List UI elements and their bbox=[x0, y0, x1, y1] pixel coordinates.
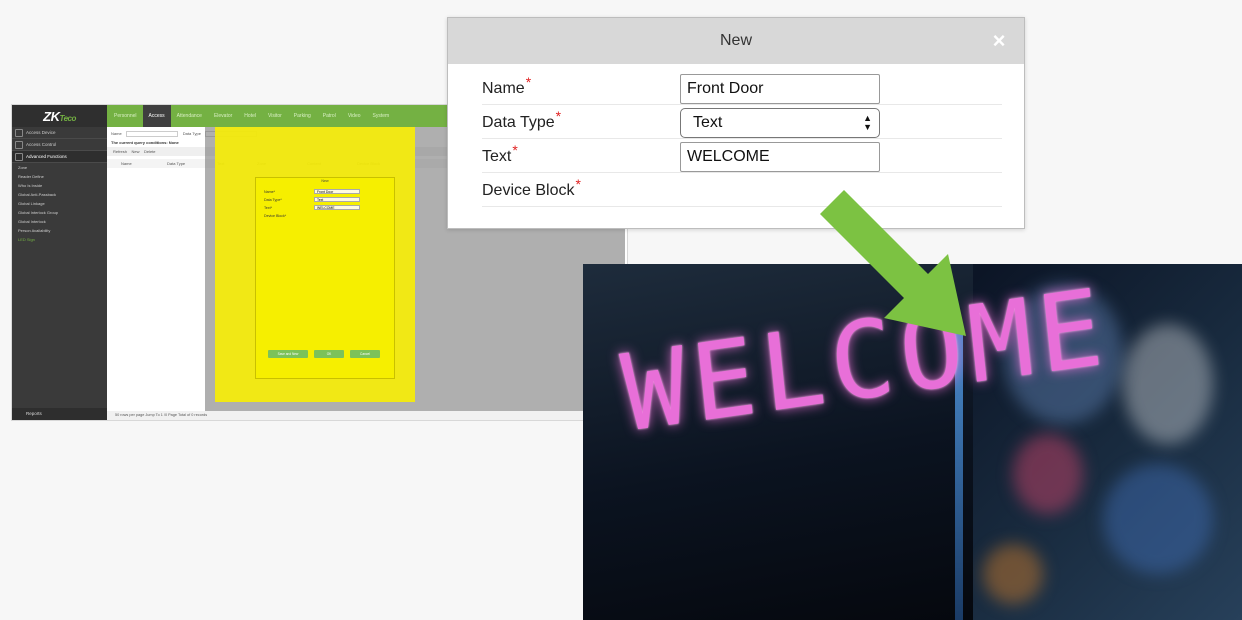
bokeh-light bbox=[1103, 464, 1213, 574]
required-marker: * bbox=[512, 141, 518, 158]
sidebar-item[interactable]: Who Is Inside bbox=[12, 181, 107, 190]
sidebar-item[interactable]: Global Linkage bbox=[12, 199, 107, 208]
required-marker: * bbox=[525, 73, 532, 90]
mini-label: Text* bbox=[264, 206, 272, 210]
module-tab[interactable]: System bbox=[367, 105, 396, 127]
save-and-new-button[interactable]: Save and New bbox=[268, 350, 308, 358]
sidebar-item[interactable]: Global Anti-Passback bbox=[12, 190, 107, 199]
sidebar: Access Device Access Control Advanced Fu… bbox=[12, 127, 107, 420]
sidebar-item[interactable]: Reader Define bbox=[12, 172, 107, 181]
form-row-data-type: Data Type* Text ▲ ▼ bbox=[482, 108, 1002, 139]
bokeh-light bbox=[1013, 434, 1083, 514]
module-tab[interactable]: Hotel bbox=[238, 105, 262, 127]
data-type-select[interactable]: Text ▲ ▼ bbox=[680, 108, 880, 138]
module-tab[interactable]: Attendance bbox=[171, 105, 208, 127]
module-tab[interactable]: Elevator bbox=[208, 105, 238, 127]
name-search-input[interactable] bbox=[125, 131, 178, 137]
sidebar-item[interactable]: Person Availability bbox=[12, 226, 107, 235]
sidebar-item[interactable]: Global Interlock Group bbox=[12, 208, 107, 217]
sidebar-section-active[interactable]: Advanced Functions bbox=[12, 151, 107, 163]
select-arrows-icon: ▲ ▼ bbox=[863, 113, 872, 132]
green-arrow-icon bbox=[820, 190, 966, 336]
column-header: Data Type bbox=[167, 161, 186, 166]
name-label: Name* bbox=[482, 73, 532, 97]
text-input[interactable]: WELCOME bbox=[680, 142, 880, 172]
new-button[interactable]: New bbox=[131, 149, 139, 154]
data-type-label: Data Type* bbox=[482, 107, 562, 131]
module-tab[interactable]: Parking bbox=[288, 105, 317, 127]
required-marker: * bbox=[555, 107, 562, 124]
mini-label: Device Block* bbox=[264, 214, 287, 218]
refresh-button[interactable]: Refresh bbox=[113, 149, 127, 154]
module-tab[interactable]: Personnel bbox=[108, 105, 143, 127]
mini-name-field[interactable]: Front Door bbox=[314, 189, 360, 194]
mini-text-field[interactable]: WELCOME bbox=[314, 205, 360, 210]
bokeh-light bbox=[1123, 324, 1213, 444]
module-tab[interactable]: Patrol bbox=[317, 105, 342, 127]
sidebar-item[interactable]: Global Interlock bbox=[12, 217, 107, 226]
ok-button[interactable]: OK bbox=[314, 350, 344, 358]
form-row-text: Text* WELCOME bbox=[482, 142, 1002, 173]
delete-button[interactable]: Delete bbox=[144, 149, 156, 154]
module-tab[interactable]: Video bbox=[342, 105, 367, 127]
mini-type-select[interactable]: Text bbox=[314, 197, 360, 202]
name-input[interactable]: Front Door bbox=[680, 74, 880, 104]
lock-icon bbox=[15, 141, 23, 149]
text-label: Text* bbox=[482, 141, 518, 165]
form-row-name: Name* Front Door bbox=[482, 74, 1002, 105]
sidebar-item-selected[interactable]: LED Sign bbox=[12, 235, 107, 244]
device-icon bbox=[15, 129, 23, 137]
mini-new-dialog: New Name* Front Door Data Type* Text Tex… bbox=[255, 177, 395, 379]
logo: ZKTeco bbox=[12, 105, 107, 127]
sidebar-reports[interactable]: Reports bbox=[12, 408, 107, 420]
cancel-button[interactable]: Cancel bbox=[350, 350, 380, 358]
module-tab-active[interactable]: Access bbox=[142, 105, 171, 127]
mini-dialog-title: New bbox=[321, 179, 329, 183]
required-marker: * bbox=[575, 175, 581, 192]
sidebar-section[interactable]: Access Device bbox=[12, 127, 107, 139]
query-notice: The current query conditions: None bbox=[111, 140, 179, 145]
module-tabs: Personnel Access Attendance Elevator Hot… bbox=[108, 105, 395, 127]
device-block-label: Device Block* bbox=[482, 175, 581, 199]
dialog-header: New × bbox=[448, 18, 1024, 64]
sidebar-section[interactable]: Access Control bbox=[12, 139, 107, 151]
close-icon[interactable]: × bbox=[986, 26, 1012, 56]
sidebar-item[interactable]: Zone bbox=[12, 163, 107, 172]
functions-icon bbox=[15, 153, 23, 161]
module-tab[interactable]: Visitor bbox=[262, 105, 288, 127]
pagination-bar: 50 rows per page Jump To 1 /0 Page Total… bbox=[107, 411, 627, 420]
mini-label: Data Type* bbox=[264, 198, 282, 202]
mini-label: Name* bbox=[264, 190, 275, 194]
column-header: Name bbox=[121, 161, 132, 166]
dialog-title: New bbox=[719, 32, 752, 49]
bokeh-light bbox=[983, 544, 1043, 604]
